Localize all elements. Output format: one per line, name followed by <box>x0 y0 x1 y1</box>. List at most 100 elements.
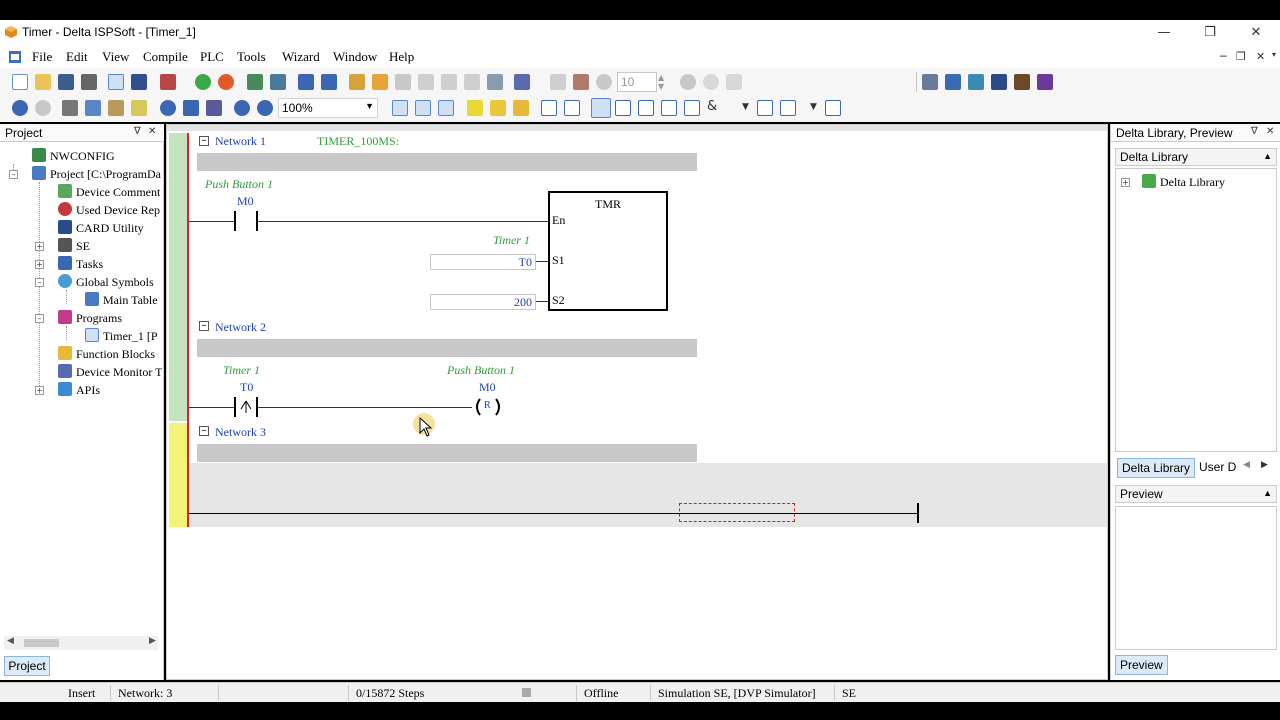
close-panel-icon[interactable]: ✕ <box>1266 126 1274 137</box>
tree-item-function-blocks[interactable]: Function Blocks <box>58 346 155 364</box>
branch-icon[interactable] <box>757 100 773 116</box>
symbol-mode-icon[interactable] <box>438 100 454 116</box>
tree-item-se[interactable]: SE <box>58 238 90 256</box>
minimize-button[interactable]: — <box>1142 23 1186 43</box>
layout-5-icon[interactable] <box>1014 74 1030 90</box>
menu-help[interactable]: Help <box>389 49 414 65</box>
online-monitor-icon[interactable] <box>349 74 365 90</box>
project-view-icon[interactable] <box>108 74 124 90</box>
collapse-network-2-icon[interactable]: – <box>199 321 209 331</box>
contact-2-left-bar[interactable] <box>234 397 236 417</box>
block-dropdown-icon[interactable]: ▼ <box>742 102 749 112</box>
coil-icon[interactable] <box>638 100 654 116</box>
network-1-comment[interactable]: TIMER_100MS: <box>317 134 399 149</box>
contact-1-left-bar[interactable] <box>234 211 236 231</box>
connect-icon[interactable] <box>780 100 796 116</box>
contact-no-icon[interactable] <box>541 100 557 116</box>
s1-operand[interactable]: T0 <box>430 254 536 270</box>
s2-operand[interactable]: 200 <box>430 294 536 310</box>
compile-icon[interactable] <box>160 74 176 90</box>
tree-item-apis[interactable]: APIs <box>58 382 100 400</box>
document-icon[interactable] <box>8 50 22 64</box>
find-symbol-icon[interactable] <box>206 100 222 116</box>
copy-icon[interactable] <box>85 100 101 116</box>
new-file-icon[interactable] <box>12 74 28 90</box>
step-config-icon[interactable] <box>573 74 589 90</box>
menu-tools[interactable]: Tools <box>237 49 266 65</box>
tree-item-nwconfig[interactable]: NWCONFIG <box>32 148 115 166</box>
zoom-out-icon[interactable] <box>257 100 273 116</box>
api-block-icon[interactable] <box>684 100 700 116</box>
collapse-chevron-icon[interactable]: ▲ <box>1263 488 1272 498</box>
connect-dropdown-icon[interactable]: ▼ <box>810 102 817 112</box>
zoom-in-icon[interactable] <box>234 100 250 116</box>
mdi-close-icon[interactable]: ✕ <box>1256 50 1265 63</box>
menu-plc[interactable]: PLC <box>200 49 224 65</box>
insert-network-icon[interactable] <box>467 100 483 116</box>
stop-icon[interactable] <box>218 74 234 90</box>
close-panel-icon[interactable]: ✕ <box>148 126 156 137</box>
hline-icon[interactable] <box>615 100 631 116</box>
device-monitor-icon[interactable] <box>372 74 388 90</box>
expand-se-icon[interactable]: + <box>35 242 44 251</box>
preview-header[interactable]: Preview ▲ <box>1115 485 1277 503</box>
layout-4-icon[interactable] <box>991 74 1007 90</box>
transfer-down-icon[interactable] <box>321 74 337 90</box>
zoom-select[interactable]: 100% ▼ <box>278 98 378 118</box>
select-pointer-icon[interactable] <box>591 98 611 118</box>
paste-icon[interactable] <box>108 100 124 116</box>
collapse-global-symbols-icon[interactable]: – <box>35 278 44 287</box>
eraser-icon[interactable] <box>131 100 147 116</box>
collapse-project-icon[interactable]: – <box>9 170 18 179</box>
pin-icon[interactable]: ∇ <box>134 126 141 137</box>
menu-view[interactable]: View <box>102 49 129 65</box>
layout-2-icon[interactable] <box>945 74 961 90</box>
scroll-left-icon[interactable]: ◀ <box>7 636 14 646</box>
network-1-comment-bar[interactable] <box>197 153 697 171</box>
mdi-minimize-icon[interactable]: ─ <box>1220 50 1227 63</box>
layout-1-icon[interactable] <box>922 74 938 90</box>
tab-delta-library[interactable]: Delta Library <box>1117 458 1196 478</box>
collapse-network-1-icon[interactable]: – <box>199 136 209 146</box>
menu-file[interactable]: File <box>32 49 52 65</box>
expand-tasks-icon[interactable]: + <box>35 260 44 269</box>
tab-preview[interactable]: Preview <box>1115 655 1168 675</box>
tab-user-defined[interactable]: User D <box>1195 458 1240 478</box>
cut-icon[interactable] <box>62 100 78 116</box>
tree-item-used-device[interactable]: Used Device Rep <box>58 202 160 220</box>
tree-item-timer-1[interactable]: Timer_1 [P <box>85 328 158 346</box>
tree-item-programs[interactable]: Programs <box>58 310 122 328</box>
expand-delta-library-icon[interactable]: + <box>1121 178 1130 187</box>
replace-icon[interactable] <box>183 100 199 116</box>
vline-icon[interactable] <box>661 100 677 116</box>
collapse-chevron-icon[interactable]: ▲ <box>1263 151 1272 161</box>
open-folder-icon[interactable] <box>35 74 51 90</box>
and-block-icon[interactable]: & <box>707 99 717 114</box>
tree-item-device-comment[interactable]: Device Comment <box>58 184 160 202</box>
close-button[interactable]: ✕ <box>1234 23 1278 43</box>
tab-scroll-left-icon[interactable]: ◀ <box>1243 460 1250 470</box>
pin-icon[interactable]: ∇ <box>1251 126 1258 137</box>
tab-project[interactable]: Project <box>4 656 50 676</box>
tree-item-card-utility[interactable]: CARD Utility <box>58 220 144 238</box>
download-icon[interactable] <box>270 74 286 90</box>
collapse-programs-icon[interactable]: – <box>35 314 44 323</box>
tree-item-project[interactable]: Project [C:\ProgramDa <box>32 166 161 184</box>
scroll-thumb[interactable] <box>24 639 59 647</box>
contact-nc-icon[interactable] <box>564 100 580 116</box>
scroll-right-icon[interactable]: ▶ <box>149 636 156 646</box>
menu-wizard[interactable]: Wizard <box>282 49 320 65</box>
comment-mode-icon[interactable] <box>415 100 431 116</box>
save-icon[interactable] <box>58 74 74 90</box>
layout-6-icon[interactable] <box>1037 74 1053 90</box>
horizontal-scrollbar[interactable]: ◀ ▶ <box>4 636 158 650</box>
tmr-block[interactable]: TMR En S1 S2 <box>548 191 668 311</box>
transfer-up-icon[interactable] <box>298 74 314 90</box>
go-online-icon[interactable] <box>12 100 28 116</box>
network-2-comment-bar[interactable] <box>197 339 697 357</box>
menu-window[interactable]: Window <box>333 49 377 65</box>
window-layout-icon[interactable] <box>131 74 147 90</box>
library-section-header[interactable]: Delta Library ▲ <box>1115 148 1277 166</box>
network-3-comment-bar[interactable] <box>197 444 697 462</box>
mdi-restore-icon[interactable]: ❐ <box>1236 50 1246 63</box>
